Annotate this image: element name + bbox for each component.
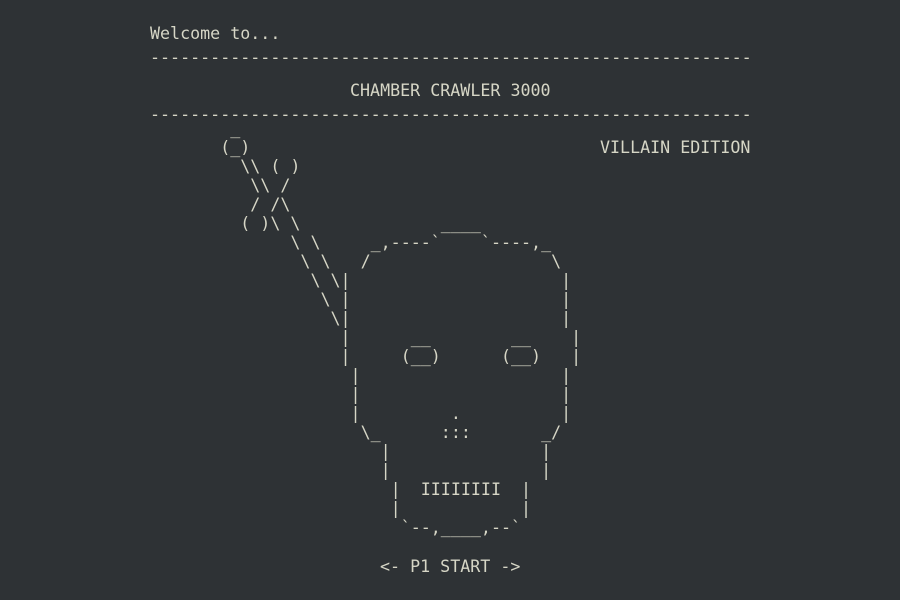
ascii-art-row: (_)	[150, 138, 251, 157]
edition-label: VILLAIN EDITION	[600, 138, 751, 157]
top-divider: ----------------------------------------…	[150, 48, 752, 67]
ascii-art-row: \ | |	[150, 290, 572, 309]
ascii-art-row: \ \ _,----` `----,_	[150, 233, 552, 252]
ascii-art-row: | IIIIIIII |	[150, 480, 532, 499]
ascii-art-row: \| |	[150, 309, 572, 328]
ascii-art-row: | |	[150, 442, 552, 461]
ascii-art-row: | |	[150, 499, 532, 518]
ascii-art-row: \ \ / \	[150, 252, 562, 271]
game-title: CHAMBER CRAWLER 3000	[350, 81, 551, 100]
ascii-art-row: / /\	[150, 195, 291, 214]
ascii-art-row: _	[150, 119, 241, 138]
ascii-art-row: \_ ::: _/	[150, 423, 562, 442]
ascii-art-row: \\ /	[150, 176, 291, 195]
p1-start-prompt[interactable]: <- P1 START ->	[380, 557, 520, 576]
ascii-art-row: | |	[150, 385, 572, 404]
ascii-art-row: | . |	[150, 404, 572, 423]
ascii-art-row: \\ ( )	[150, 157, 301, 176]
ascii-art-row: | |	[150, 461, 552, 480]
welcome-text: Welcome to...	[150, 24, 281, 43]
ascii-art-row: | (__) (__) |	[150, 347, 582, 366]
ascii-art-row: | __ __ |	[150, 328, 582, 347]
ascii-art-row: `--,____,--`	[150, 518, 522, 537]
ascii-art-row: \ \| |	[150, 271, 572, 290]
ascii-art-row: | |	[150, 366, 572, 385]
skull-ascii-art: _ (_) \\ ( ) \\ / / /\ ( )\ \ ____ \ \ _…	[150, 119, 581, 537]
terminal-window: Welcome to... --------------------------…	[0, 0, 900, 600]
ascii-art-row: ( )\ \ ____	[150, 214, 481, 233]
